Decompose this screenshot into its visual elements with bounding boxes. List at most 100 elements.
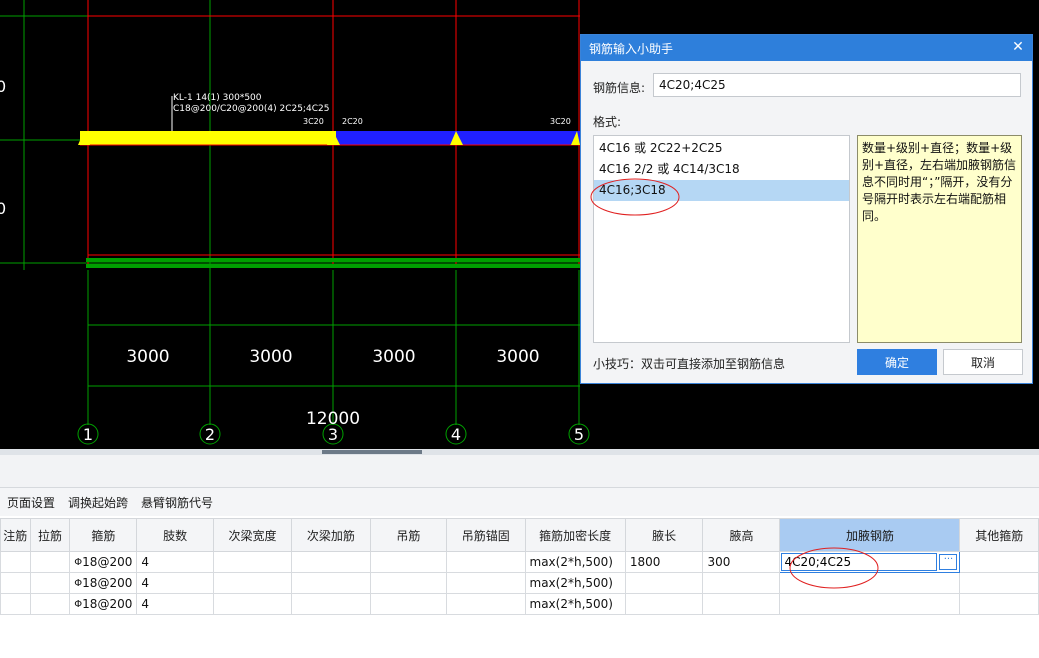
- rebar-tag-1: 3C20: [303, 117, 324, 126]
- format-list[interactable]: 4C16 或 2C22+2C25 4C16 2/2 或 4C14/3C18 4C…: [593, 135, 850, 343]
- grid-cell[interactable]: [779, 593, 961, 615]
- col-header[interactable]: 注筋: [0, 518, 31, 552]
- col-header[interactable]: 拉筋: [29, 518, 71, 552]
- page-setup-button[interactable]: 页面设置: [7, 494, 55, 511]
- format-item[interactable]: 4C16 2/2 或 4C14/3C18: [594, 159, 849, 180]
- col-header[interactable]: 吊筋锚固: [446, 518, 526, 552]
- grid-cell[interactable]: [29, 593, 71, 615]
- col-header[interactable]: 其他箍筋: [959, 518, 1039, 552]
- grid-cell[interactable]: 4: [136, 593, 214, 615]
- rebar-tag-2: 2C20: [342, 117, 363, 126]
- rebar-grade-icon: Φ: [74, 578, 83, 589]
- grid-cell[interactable]: [0, 551, 31, 573]
- splitter-handle[interactable]: [322, 450, 422, 454]
- table-row[interactable]: Φ18@200 4 max(2*h,500): [0, 593, 1039, 615]
- swap-start-span-button[interactable]: 调换起始跨: [68, 494, 128, 511]
- haunch-rebar-input[interactable]: [781, 553, 938, 571]
- format-description: 数量+级别+直径；数量+级别+直径，左右端加腋钢筋信息不同时用“；”隔开，没有分…: [857, 135, 1022, 343]
- span-dim-1: 3000: [126, 347, 169, 367]
- grid-header-row: 注筋 拉筋 箍筋 肢数 次梁宽度 次梁加筋 吊筋 吊筋锚固 箍筋加密长度 腋长 …: [0, 518, 1039, 552]
- grid-cell[interactable]: [446, 572, 526, 594]
- grid-cell[interactable]: [624, 593, 704, 615]
- grid-cell[interactable]: Φ18@200: [69, 593, 138, 615]
- col-header[interactable]: 腋高: [702, 518, 781, 552]
- grid-cell[interactable]: [959, 551, 1039, 573]
- format-item[interactable]: 4C16 或 2C22+2C25: [594, 138, 849, 159]
- partial-dim-top: 0: [0, 77, 6, 96]
- grid-cell[interactable]: [212, 551, 293, 573]
- ellipsis-icon[interactable]: ···: [939, 554, 958, 570]
- grid-cell[interactable]: [291, 572, 371, 594]
- haunch-rebar-editor: ···: [781, 553, 959, 571]
- tip-text: 小技巧：双击可直接添加至钢筋信息: [593, 357, 786, 371]
- grid-cell[interactable]: [212, 593, 293, 615]
- span-dim-2: 3000: [249, 347, 292, 367]
- rebar-grade-icon: Φ: [74, 557, 83, 568]
- span-dim-4: 3000: [496, 347, 539, 367]
- grid-cell[interactable]: [959, 593, 1039, 615]
- grid-cell[interactable]: [446, 551, 526, 573]
- grid-cell[interactable]: [0, 593, 31, 615]
- grid-cell[interactable]: 1800: [624, 551, 704, 573]
- col-header[interactable]: 腋长: [624, 518, 704, 552]
- grid-cell[interactable]: 4: [136, 551, 214, 573]
- grid-cell[interactable]: [624, 572, 704, 594]
- cancel-button[interactable]: 取消: [943, 349, 1023, 375]
- grid-cell[interactable]: [959, 572, 1039, 594]
- grid-table: 注筋 拉筋 箍筋 肢数 次梁宽度 次梁加筋 吊筋 吊筋锚固 箍筋加密长度 腋长 …: [0, 518, 1039, 615]
- grid-cell[interactable]: Φ18@200: [69, 551, 138, 573]
- grid-cell[interactable]: [702, 593, 781, 615]
- table-row[interactable]: Φ18@200 4 max(2*h,500) 1800 300 ···: [0, 551, 1039, 573]
- rebar-input-helper-dialog: 钢筋输入小助手 ✕ 钢筋信息: 格式: 4C16 或 2C22+2C25 4C1…: [580, 34, 1033, 384]
- grid-cell[interactable]: [369, 593, 448, 615]
- grid-cell[interactable]: max(2*h,500): [524, 551, 626, 573]
- format-label: 格式:: [593, 115, 622, 129]
- span-dim-3: 3000: [372, 347, 415, 367]
- table-row[interactable]: Φ18@200 4 max(2*h,500): [0, 572, 1039, 594]
- grid-cell[interactable]: [291, 551, 371, 573]
- cantilever-rebar-code-button[interactable]: 悬臂钢筋代号: [141, 494, 213, 511]
- grid-cell[interactable]: [29, 572, 71, 594]
- grid-cell[interactable]: [212, 572, 293, 594]
- col-header[interactable]: 肢数: [136, 518, 214, 552]
- axis-label-1: 1: [83, 425, 93, 444]
- close-icon[interactable]: ✕: [1010, 39, 1026, 55]
- axis-label-4: 4: [451, 425, 461, 444]
- grid-cell[interactable]: Φ18@200: [69, 572, 138, 594]
- beam-property-grid: 注筋 拉筋 箍筋 肢数 次梁宽度 次梁加筋 吊筋 吊筋锚固 箍筋加密长度 腋长 …: [0, 518, 1039, 658]
- beam-selected-yellow[interactable]: [80, 131, 336, 145]
- rebar-grade-icon: Φ: [74, 599, 83, 610]
- ok-button[interactable]: 确定: [857, 349, 937, 375]
- grid-cell[interactable]: max(2*h,500): [524, 572, 626, 594]
- grid-cell[interactable]: [369, 572, 448, 594]
- grid-cell[interactable]: 4: [136, 572, 214, 594]
- grid-cell[interactable]: [0, 572, 31, 594]
- grid-toolbar: 页面设置 调换起始跨 悬臂钢筋代号: [0, 488, 1039, 516]
- grid-cell[interactable]: [446, 593, 526, 615]
- format-item-selected[interactable]: 4C16;3C18: [594, 180, 849, 201]
- axis-label-2: 2: [205, 425, 215, 444]
- grid-cell[interactable]: max(2*h,500): [524, 593, 626, 615]
- col-header[interactable]: 吊筋: [369, 518, 448, 552]
- axis-label-3: 3: [328, 425, 338, 444]
- rebar-info-input[interactable]: [653, 73, 1021, 97]
- grid-cell[interactable]: [29, 551, 71, 573]
- panel-header-band: [0, 455, 1039, 488]
- grid-cell[interactable]: [702, 572, 781, 594]
- grid-cell[interactable]: [291, 593, 371, 615]
- haunch-rebar-cell[interactable]: ···: [779, 551, 961, 573]
- dialog-title: 钢筋输入小助手: [589, 41, 674, 56]
- col-header-active[interactable]: 加腋钢筋: [779, 518, 961, 552]
- col-header[interactable]: 箍筋加密长度: [524, 518, 626, 552]
- partial-dim-mid: 0: [0, 199, 6, 218]
- col-header[interactable]: 箍筋: [69, 518, 138, 552]
- grid-cell[interactable]: 300: [702, 551, 781, 573]
- grid-cell[interactable]: [779, 572, 961, 594]
- dialog-titlebar[interactable]: 钢筋输入小助手 ✕: [581, 35, 1032, 61]
- col-header[interactable]: 次梁加筋: [291, 518, 371, 552]
- axis-label-5: 5: [574, 425, 584, 444]
- grid-cell[interactable]: [369, 551, 448, 573]
- rebar-info-label: 钢筋信息:: [593, 81, 646, 95]
- col-header[interactable]: 次梁宽度: [212, 518, 293, 552]
- rebar-tag-3: 3C20: [550, 117, 571, 126]
